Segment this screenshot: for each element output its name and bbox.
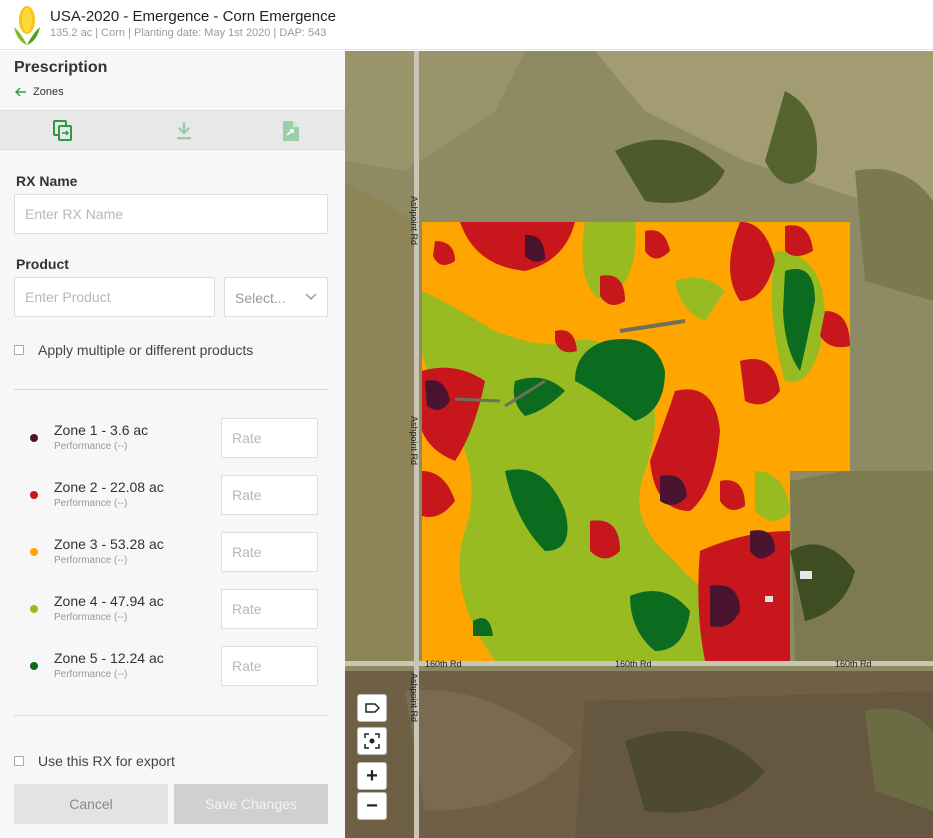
product-input[interactable] xyxy=(14,277,215,317)
product-select-value: Select... xyxy=(235,290,286,306)
road-label: Ashpoint Rd xyxy=(409,673,419,722)
zone-rate-input[interactable] xyxy=(221,589,318,629)
zone-rate-input[interactable] xyxy=(221,532,318,572)
zoom-out-button[interactable]: − xyxy=(357,792,387,820)
prescription-zones-overlay xyxy=(422,222,850,661)
field-subtitle: 135.2 ac | Corn | Planting date: May 1st… xyxy=(50,27,327,39)
use-export-label: Use this RX for export xyxy=(38,753,175,769)
divider xyxy=(14,389,328,390)
download-icon[interactable] xyxy=(174,120,194,142)
zone-rate-input[interactable] xyxy=(221,475,318,515)
divider xyxy=(14,715,328,716)
zone-row: Zone 4 - 47.94 ac Performance (--) xyxy=(0,589,345,629)
zoom-in-button[interactable]: + xyxy=(357,762,387,790)
back-to-zones-link[interactable]: Zones xyxy=(15,86,64,98)
road-label: Ashpoint Rd xyxy=(409,416,419,465)
use-export-checkbox-row[interactable]: Use this RX for export xyxy=(14,753,175,769)
satellite-map: Ashpoint Rd Ashpoint Rd Ashpoint Rd 160t… xyxy=(345,51,933,838)
zone-row: Zone 5 - 12.24 ac Performance (--) xyxy=(0,646,345,686)
zone-name: Zone 3 - 53.28 ac xyxy=(54,536,164,552)
zone-name: Zone 2 - 22.08 ac xyxy=(54,479,164,495)
zone-row: Zone 3 - 53.28 ac Performance (--) xyxy=(0,532,345,572)
zone-color-dot xyxy=(30,434,38,442)
road-label: 160th Rd xyxy=(615,659,652,669)
map-label-toggle-button[interactable] xyxy=(357,694,387,722)
zone-color-dot xyxy=(30,605,38,613)
arrow-left-icon xyxy=(15,87,26,97)
save-changes-button[interactable]: Save Changes xyxy=(174,784,328,824)
road-label: 160th Rd xyxy=(835,659,872,669)
tag-icon xyxy=(365,703,380,713)
zone-performance: Performance (--) xyxy=(54,612,128,623)
multi-products-checkbox-row[interactable]: Apply multiple or different products xyxy=(14,342,253,358)
use-export-checkbox[interactable] xyxy=(14,756,24,766)
product-select[interactable]: Select... xyxy=(224,277,328,317)
zone-performance: Performance (--) xyxy=(54,669,128,680)
cancel-button[interactable]: Cancel xyxy=(14,784,168,824)
corn-logo-icon xyxy=(14,6,40,45)
focus-icon xyxy=(364,733,380,749)
top-bar: USA-2020 - Emergence - Corn Emergence 13… xyxy=(0,0,933,50)
map-recenter-button[interactable] xyxy=(357,727,387,755)
road-label: 160th Rd xyxy=(425,659,462,669)
road-label: Ashpoint Rd xyxy=(409,196,419,245)
toolbar xyxy=(0,110,345,150)
rx-name-label: RX Name xyxy=(16,173,78,189)
prescription-panel: Prescription Zones RX Name Product Selec… xyxy=(0,51,345,838)
zone-color-dot xyxy=(30,548,38,556)
export-file-icon[interactable] xyxy=(281,120,301,142)
panel-title: Prescription xyxy=(14,59,108,76)
chevron-down-icon xyxy=(305,293,317,301)
copy-icon[interactable] xyxy=(53,120,73,142)
zone-name: Zone 1 - 3.6 ac xyxy=(54,422,149,438)
zone-performance: Performance (--) xyxy=(54,498,128,509)
rx-name-input[interactable] xyxy=(14,194,328,234)
zone-color-dot xyxy=(30,662,38,670)
zone-performance: Performance (--) xyxy=(54,555,128,566)
zone-performance: Performance (--) xyxy=(54,441,128,452)
product-label: Product xyxy=(16,256,69,272)
zone-color-dot xyxy=(30,491,38,499)
multi-products-checkbox[interactable] xyxy=(14,345,24,355)
zone-row: Zone 2 - 22.08 ac Performance (--) xyxy=(0,475,345,515)
zone-rate-input[interactable] xyxy=(221,646,318,686)
zone-row: Zone 1 - 3.6 ac Performance (--) xyxy=(0,418,345,458)
multi-products-label: Apply multiple or different products xyxy=(38,342,254,358)
back-link-label: Zones xyxy=(33,86,64,98)
zone-rate-input[interactable] xyxy=(221,418,318,458)
zone-name: Zone 4 - 47.94 ac xyxy=(54,593,164,609)
zone-name: Zone 5 - 12.24 ac xyxy=(54,650,164,666)
map-view[interactable]: Ashpoint Rd Ashpoint Rd Ashpoint Rd 160t… xyxy=(345,51,933,838)
field-title: USA-2020 - Emergence - Corn Emergence xyxy=(50,8,336,25)
